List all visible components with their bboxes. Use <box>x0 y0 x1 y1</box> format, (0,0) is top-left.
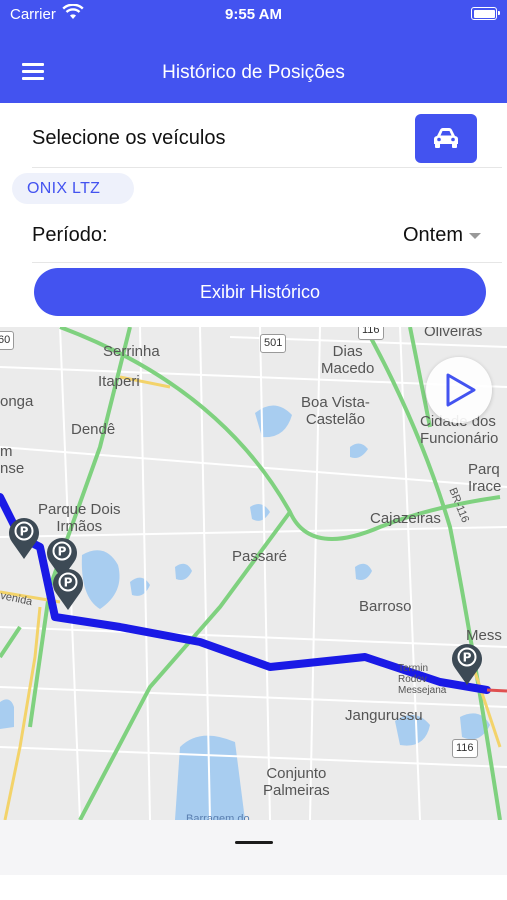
map-label-parque-dois-irmaos: Parque Dois Irmãos <box>38 501 121 535</box>
map-label-boa-vista: Boa Vista- Castelão <box>301 394 370 428</box>
parking-marker-icon[interactable]: P <box>6 514 42 560</box>
vehicles-label: Selecione os veículos <box>32 127 226 149</box>
map-label-barragem: Barragem do <box>186 813 250 820</box>
map-label-barroso: Barroso <box>359 598 412 615</box>
map-label-cajazeiras: Cajazeiras <box>370 510 441 527</box>
svg-text:P: P <box>463 651 472 665</box>
map-label-mense: m nse <box>0 443 25 477</box>
map-label-dende: Dendê <box>71 421 116 438</box>
play-icon <box>446 373 476 407</box>
selected-vehicle-chip[interactable]: ONIX LTZ <box>12 173 134 204</box>
map-label-passare: Passaré <box>232 548 288 565</box>
period-label: Período: <box>32 224 108 246</box>
map-label-jangurussu: Jangurussu <box>345 707 423 724</box>
divider <box>32 262 502 263</box>
car-icon <box>434 128 458 148</box>
map-label-terminal: Termin Rodov Messejana <box>398 663 447 696</box>
road-shield-501: 501 <box>260 334 287 353</box>
svg-text:P: P <box>58 545 67 559</box>
app-header: Carrier 9:55 AM Histórico de Posições <box>0 0 507 103</box>
map-label-conjunto-palmeiras: Conjunto Palmeiras <box>263 765 330 799</box>
bottom-safe-area <box>0 875 507 900</box>
parking-marker-icon[interactable]: P <box>50 565 86 611</box>
road-shield-116-top: 116 <box>358 327 384 340</box>
road-shield-116: 116 <box>452 739 478 758</box>
map-label-itaperi: Itaperi <box>98 373 140 390</box>
select-vehicle-button[interactable] <box>415 114 477 163</box>
road-shield-60: 60 <box>0 331 15 350</box>
period-select[interactable]: Ontem <box>403 224 481 247</box>
sheet-drag-handle[interactable] <box>235 841 273 844</box>
svg-text:P: P <box>20 525 29 539</box>
clock: 9:55 AM <box>225 6 282 23</box>
map-label-longa: onga <box>0 393 34 410</box>
dropdown-caret-icon <box>469 232 481 239</box>
divider <box>32 167 502 168</box>
show-history-button[interactable]: Exibir Histórico <box>34 268 486 316</box>
period-value: Ontem <box>402 224 463 246</box>
map-label-serrinha: Serrinha <box>103 343 160 360</box>
battery-icon <box>471 7 500 20</box>
parking-marker-icon[interactable]: P <box>449 640 485 686</box>
map-label-oliveiras: Oliveiras <box>424 327 483 340</box>
page-title: Histórico de Posições <box>162 62 345 83</box>
play-route-button[interactable] <box>426 357 492 423</box>
status-bar: Carrier 9:55 AM <box>0 0 507 28</box>
svg-text:P: P <box>64 576 73 590</box>
map-label-parque-iracema: Parq Irace <box>468 461 502 495</box>
map-label-dias-macedo: Dias Macedo <box>321 343 375 377</box>
